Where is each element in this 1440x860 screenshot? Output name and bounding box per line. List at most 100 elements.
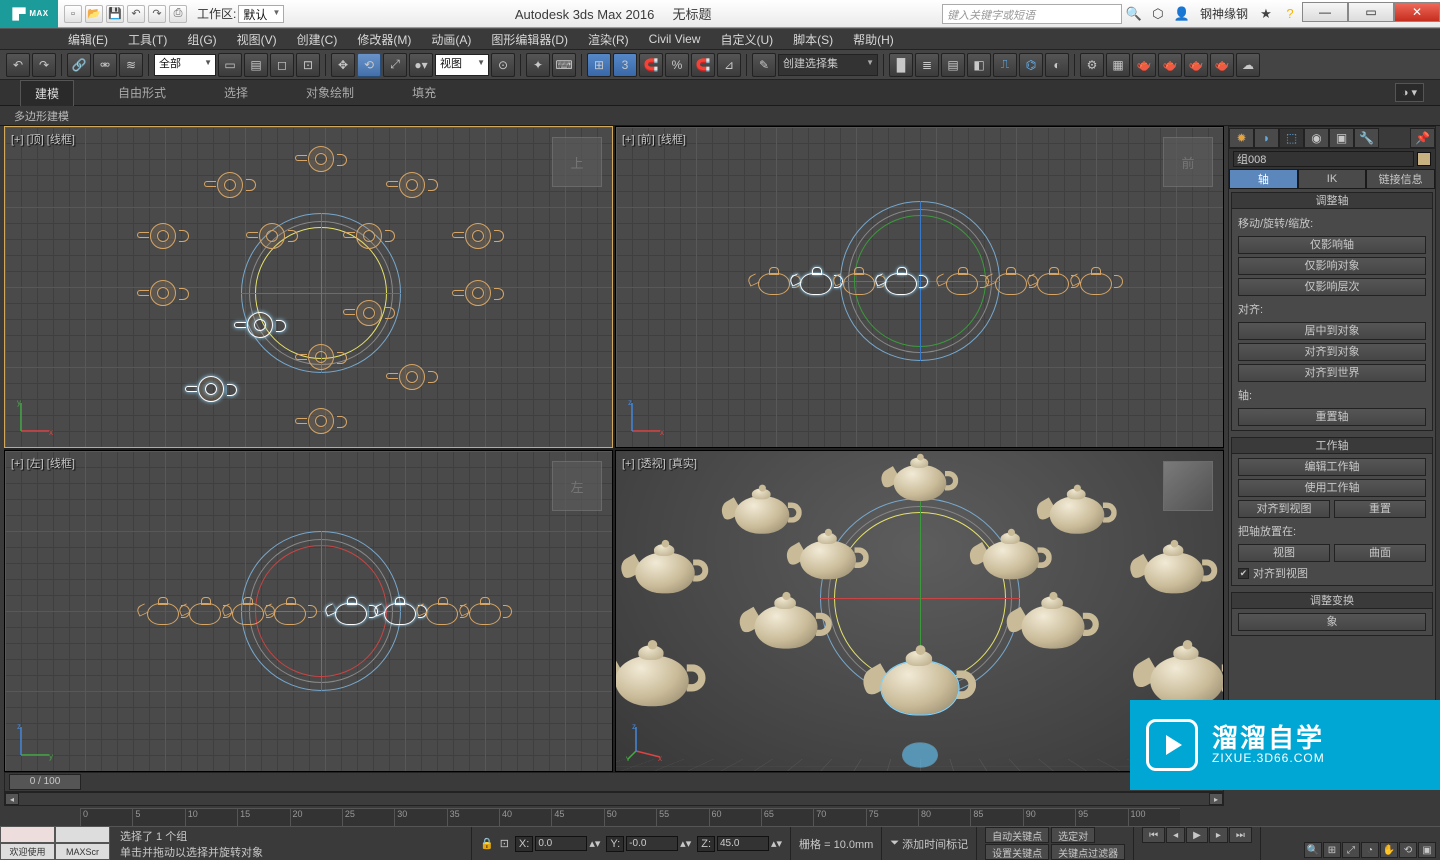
select-name-button[interactable]: ▤ [244, 53, 268, 77]
selection-filter[interactable]: 全部 [154, 54, 216, 76]
maximize-button[interactable]: ▭ [1348, 2, 1394, 22]
scale-button[interactable]: ⤢ [383, 53, 407, 77]
pivot-button[interactable]: ⊙ [491, 53, 515, 77]
menu-view[interactable]: 视图(V) [227, 28, 287, 51]
goto-start-button[interactable]: ⏮ [1142, 827, 1165, 843]
viewcube-left[interactable]: 左 [552, 461, 602, 511]
use-working-pivot-button[interactable]: 使用工作轴 [1238, 479, 1426, 497]
menu-animation[interactable]: 动画(A) [421, 28, 481, 51]
panel-pin-button[interactable]: 📌 [1410, 128, 1435, 148]
edit-working-pivot-button[interactable]: 编辑工作轴 [1238, 458, 1426, 476]
script-mini-listener[interactable]: 欢迎使用MAXScr [0, 826, 110, 860]
isolate-icon[interactable]: ⊡ [500, 837, 509, 850]
rotate-button[interactable]: ⟲ [357, 53, 381, 77]
render-production-button[interactable]: 🫖 [1132, 53, 1156, 77]
menu-modifiers[interactable]: 修改器(M) [347, 28, 421, 51]
spinner-snap-button[interactable]: 🧲 [691, 53, 715, 77]
link-icon[interactable]: ⎙ [169, 5, 187, 23]
redo-button[interactable]: ↷ [32, 53, 56, 77]
fov-button[interactable]: ◔ [1361, 842, 1379, 858]
scroll-right-button[interactable]: ▸ [1209, 793, 1223, 805]
percent-snap-button[interactable]: % [665, 53, 689, 77]
curve-editor-button[interactable]: ⎍ [993, 53, 1017, 77]
time-slider-handle[interactable]: 0 / 100 [9, 774, 81, 790]
goto-end-button[interactable]: ⏭ [1229, 827, 1252, 843]
ribbon-tab-select[interactable]: 选择 [210, 80, 262, 105]
snap2d-button[interactable]: ⊞ [587, 53, 611, 77]
prev-frame-button[interactable]: ◂ [1166, 827, 1185, 843]
ribbon-tab-populate[interactable]: 填充 [398, 80, 450, 105]
save-icon[interactable]: 💾 [106, 5, 124, 23]
placement-button[interactable]: ●▾ [409, 53, 433, 77]
auto-key-button[interactable]: 自动关键点 [985, 827, 1049, 843]
coord-z[interactable] [717, 836, 769, 851]
autodesk-icon[interactable]: ⬡ [1147, 4, 1169, 24]
panel-hierarchy-tab[interactable]: ⬚ [1279, 128, 1304, 148]
align-to-view-button[interactable]: 对齐到视图 [1238, 500, 1330, 518]
panel-motion-tab[interactable]: ◉ [1304, 128, 1329, 148]
menu-customize[interactable]: 自定义(U) [710, 28, 783, 51]
manipulate-button[interactable]: ✦ [526, 53, 550, 77]
mirror-button[interactable]: ▐▌ [889, 53, 913, 77]
align-to-world-button[interactable]: 对齐到世界 [1238, 364, 1426, 382]
move-button[interactable]: ✥ [331, 53, 355, 77]
reset-pivot-button[interactable]: 重置轴 [1238, 408, 1426, 426]
ribbon-tab-modeling[interactable]: 建模 [20, 80, 74, 106]
undo-button[interactable]: ↶ [6, 53, 30, 77]
render-active-button[interactable]: 🫖 [1184, 53, 1208, 77]
affect-hierarchy-button[interactable]: 仅影响层次 [1238, 278, 1426, 296]
search-icon[interactable]: 🔍 [1123, 4, 1145, 24]
app-menu-button[interactable]: MAX [0, 0, 58, 28]
orbit-button[interactable]: ⟲ [1399, 842, 1417, 858]
viewport-top[interactable]: [+] [顶] [线框] 上 xy [4, 126, 613, 448]
menu-group[interactable]: 组(G) [177, 28, 226, 51]
scroll-left-button[interactable]: ◂ [5, 793, 19, 805]
ik-tab[interactable]: IK [1298, 169, 1367, 189]
bind-button[interactable]: ≋ [119, 53, 143, 77]
menu-create[interactable]: 创建(C) [287, 28, 348, 51]
menu-render[interactable]: 渲染(R) [578, 28, 639, 51]
key-filters-button[interactable]: 关键点过滤器 [1051, 844, 1125, 860]
menu-civil[interactable]: Civil View [639, 29, 711, 49]
new-icon[interactable]: ▫ [64, 5, 82, 23]
place-surface-button[interactable]: 曲面 [1334, 544, 1426, 562]
place-view-button[interactable]: 视图 [1238, 544, 1330, 562]
coord-y[interactable] [626, 836, 678, 851]
reset-wp-button[interactable]: 重置 [1334, 500, 1426, 518]
set-key-button[interactable]: 设置关键点 [985, 844, 1049, 860]
affect-pivot-button[interactable]: 仅影响轴 [1238, 236, 1426, 254]
material-editor-button[interactable]: ◐ [1045, 53, 1069, 77]
toggle-layer-button[interactable]: ◧ [967, 53, 991, 77]
redo-icon[interactable]: ↷ [148, 5, 166, 23]
viewcube-front[interactable]: 前 [1163, 137, 1213, 187]
named-sel-edit-button[interactable]: ✎ [752, 53, 776, 77]
zoom-extents-button[interactable]: ⤢ [1342, 842, 1360, 858]
render-frame-button[interactable]: ▦ [1106, 53, 1130, 77]
edge-constraint-button[interactable]: ⊿ [717, 53, 741, 77]
time-ruler[interactable]: 05 1015 2025 3035 4045 5055 6065 7075 80… [80, 808, 1180, 826]
minimize-button[interactable]: — [1302, 2, 1348, 22]
named-selection[interactable]: 创建选择集 [778, 54, 878, 76]
menu-edit[interactable]: 编辑(E) [58, 28, 118, 51]
rect-region-button[interactable]: ◻ [270, 53, 294, 77]
undo-icon[interactable]: ↶ [127, 5, 145, 23]
render-setup-button[interactable]: ⚙ [1080, 53, 1104, 77]
ribbon-collapse-button[interactable]: ◑ ▾ [1395, 83, 1424, 102]
align-view-checkbox[interactable]: ✔对齐到视图 [1238, 565, 1426, 581]
panel-display-tab[interactable]: ▣ [1329, 128, 1354, 148]
menu-help[interactable]: 帮助(H) [843, 28, 904, 51]
workspace-select[interactable]: 默认 [238, 5, 284, 23]
keyboard-shortcut-button[interactable]: ⌨ [552, 53, 576, 77]
panel-modify-tab[interactable]: ◗ [1254, 128, 1279, 148]
link-button[interactable]: 🔗 [67, 53, 91, 77]
viewcube-persp[interactable] [1163, 461, 1213, 511]
time-tag-icon[interactable]: ⏷ [890, 837, 899, 850]
align-button[interactable]: ≣ [915, 53, 939, 77]
favorite-icon[interactable]: ★ [1255, 4, 1277, 24]
zoom-button[interactable]: 🔍 [1304, 842, 1322, 858]
poly-model-bar[interactable]: 多边形建模 [0, 106, 1440, 126]
link-info-tab[interactable]: 链接信息 [1366, 169, 1435, 189]
panel-create-tab[interactable]: ✹ [1229, 128, 1254, 148]
selected-only-button[interactable]: 选定对 [1051, 827, 1095, 843]
align-to-object-button[interactable]: 对齐到对象 [1238, 343, 1426, 361]
